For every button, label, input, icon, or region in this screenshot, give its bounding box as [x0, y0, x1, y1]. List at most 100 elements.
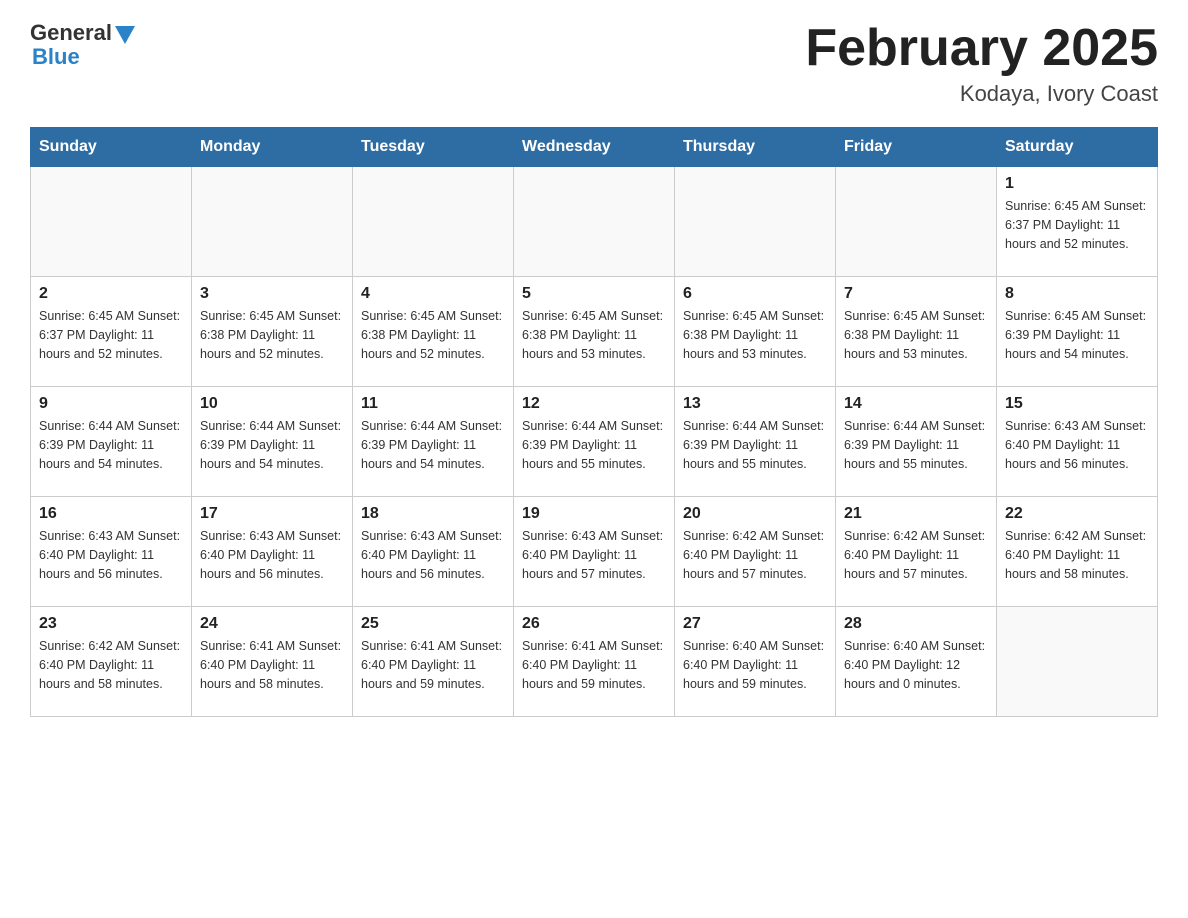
table-row: 5Sunrise: 6:45 AM Sunset: 6:38 PM Daylig…	[514, 277, 675, 387]
day-info: Sunrise: 6:41 AM Sunset: 6:40 PM Dayligh…	[361, 637, 505, 693]
day-number: 2	[39, 285, 183, 303]
table-row: 25 Sunrise: 6:41 AM Sunset: 6:40 PM Dayli…	[353, 607, 514, 717]
table-row	[192, 167, 353, 277]
day-info: Sunrise: 6:43 AM Sunset: 6:40 PM Dayligh…	[39, 527, 183, 583]
table-row: 12Sunrise: 6:44 AM Sunset: 6:39 PM Dayli…	[514, 387, 675, 497]
day-info: Sunrise: 6:44 AM Sunset: 6:39 PM Dayligh…	[683, 417, 827, 473]
header-friday: Friday	[836, 128, 997, 167]
logo-blue-text: Blue	[30, 44, 80, 70]
day-info: Sunrise: 6:42 AM Sunset: 6:40 PM Dayligh…	[683, 527, 827, 583]
day-info: Sunrise: 6:40 AM Sunset: 6:40 PM Dayligh…	[844, 637, 988, 693]
day-info: Sunrise: 6:42 AM Sunset: 6:40 PM Dayligh…	[39, 637, 183, 693]
table-row: 17 Sunrise: 6:43 AM Sunset: 6:40 PM Dayli…	[192, 497, 353, 607]
day-number: 13	[683, 395, 827, 413]
table-row: 8 Sunrise: 6:45 AM Sunset: 6:39 PM Daylig…	[997, 277, 1158, 387]
day-info: Sunrise: 6:43 AM Sunset: 6:40 PM Dayligh…	[361, 527, 505, 583]
table-row: 27 Sunrise: 6:40 AM Sunset: 6:40 PM Dayli…	[675, 607, 836, 717]
calendar-week-row: 16 Sunrise: 6:43 AM Sunset: 6:40 PM Dayli…	[31, 497, 1158, 607]
day-number: 26	[522, 615, 666, 633]
calendar-week-row: 9 Sunrise: 6:44 AM Sunset: 6:39 PM Daylig…	[31, 387, 1158, 497]
day-info: Sunrise: 6:45 AM Sunset: 6:37 PM Dayligh…	[39, 307, 183, 363]
day-number: 8	[1005, 285, 1149, 303]
day-info: Sunrise: 6:42 AM Sunset: 6:40 PM Dayligh…	[844, 527, 988, 583]
table-row: 9 Sunrise: 6:44 AM Sunset: 6:39 PM Daylig…	[31, 387, 192, 497]
day-number: 9	[39, 395, 183, 413]
header-saturday: Saturday	[997, 128, 1158, 167]
table-row: 2 Sunrise: 6:45 AM Sunset: 6:37 PM Daylig…	[31, 277, 192, 387]
day-info: Sunrise: 6:45 AM Sunset: 6:38 PM Dayligh…	[683, 307, 827, 363]
table-row: 6 Sunrise: 6:45 AM Sunset: 6:38 PM Daylig…	[675, 277, 836, 387]
location-subtitle: Kodaya, Ivory Coast	[805, 81, 1158, 107]
day-info: Sunrise: 6:41 AM Sunset: 6:40 PM Dayligh…	[522, 637, 666, 693]
day-number: 7	[844, 285, 988, 303]
calendar-week-row: 2 Sunrise: 6:45 AM Sunset: 6:37 PM Daylig…	[31, 277, 1158, 387]
calendar-week-row: 1 Sunrise: 6:45 AM Sunset: 6:37 PM Daylig…	[31, 167, 1158, 277]
day-info: Sunrise: 6:45 AM Sunset: 6:38 PM Dayligh…	[361, 307, 505, 363]
table-row: 15Sunrise: 6:43 AM Sunset: 6:40 PM Dayli…	[997, 387, 1158, 497]
header: General Blue February 2025 Kodaya, Ivory…	[30, 20, 1158, 107]
table-row: 20Sunrise: 6:42 AM Sunset: 6:40 PM Dayli…	[675, 497, 836, 607]
day-number: 6	[683, 285, 827, 303]
day-info: Sunrise: 6:43 AM Sunset: 6:40 PM Dayligh…	[200, 527, 344, 583]
table-row: 26 Sunrise: 6:41 AM Sunset: 6:40 PM Dayli…	[514, 607, 675, 717]
table-row	[353, 167, 514, 277]
table-row: 19 Sunrise: 6:43 AM Sunset: 6:40 PM Dayli…	[514, 497, 675, 607]
day-number: 18	[361, 505, 505, 523]
table-row: 24 Sunrise: 6:41 AM Sunset: 6:40 PM Dayli…	[192, 607, 353, 717]
table-row: 18 Sunrise: 6:43 AM Sunset: 6:40 PM Dayli…	[353, 497, 514, 607]
day-number: 19	[522, 505, 666, 523]
day-number: 21	[844, 505, 988, 523]
table-row: 13 Sunrise: 6:44 AM Sunset: 6:39 PM Dayli…	[675, 387, 836, 497]
day-number: 4	[361, 285, 505, 303]
day-info: Sunrise: 6:44 AM Sunset: 6:39 PM Dayligh…	[522, 417, 666, 473]
header-sunday: Sunday	[31, 128, 192, 167]
day-info: Sunrise: 6:45 AM Sunset: 6:38 PM Dayligh…	[200, 307, 344, 363]
day-number: 27	[683, 615, 827, 633]
day-number: 25	[361, 615, 505, 633]
table-row	[514, 167, 675, 277]
table-row: 10 Sunrise: 6:44 AM Sunset: 6:39 PM Dayli…	[192, 387, 353, 497]
logo-general-text: General	[30, 20, 112, 46]
table-row: 1 Sunrise: 6:45 AM Sunset: 6:37 PM Daylig…	[997, 167, 1158, 277]
day-info: Sunrise: 6:44 AM Sunset: 6:39 PM Dayligh…	[200, 417, 344, 473]
day-number: 16	[39, 505, 183, 523]
header-thursday: Thursday	[675, 128, 836, 167]
table-row: 21 Sunrise: 6:42 AM Sunset: 6:40 PM Dayli…	[836, 497, 997, 607]
day-number: 22	[1005, 505, 1149, 523]
day-info: Sunrise: 6:42 AM Sunset: 6:40 PM Dayligh…	[1005, 527, 1149, 583]
day-number: 10	[200, 395, 344, 413]
table-row: 3Sunrise: 6:45 AM Sunset: 6:38 PM Daylig…	[192, 277, 353, 387]
day-info: Sunrise: 6:41 AM Sunset: 6:40 PM Dayligh…	[200, 637, 344, 693]
table-row	[675, 167, 836, 277]
day-info: Sunrise: 6:45 AM Sunset: 6:39 PM Dayligh…	[1005, 307, 1149, 363]
table-row	[836, 167, 997, 277]
calendar-week-row: 23 Sunrise: 6:42 AM Sunset: 6:40 PM Dayli…	[31, 607, 1158, 717]
calendar-table: Sunday Monday Tuesday Wednesday Thursday…	[30, 127, 1158, 717]
table-row	[31, 167, 192, 277]
title-area: February 2025 Kodaya, Ivory Coast	[805, 20, 1158, 107]
day-info: Sunrise: 6:45 AM Sunset: 6:38 PM Dayligh…	[844, 307, 988, 363]
day-info: Sunrise: 6:40 AM Sunset: 6:40 PM Dayligh…	[683, 637, 827, 693]
day-number: 5	[522, 285, 666, 303]
day-info: Sunrise: 6:43 AM Sunset: 6:40 PM Dayligh…	[1005, 417, 1149, 473]
logo: General Blue	[30, 20, 135, 70]
day-number: 23	[39, 615, 183, 633]
month-year-title: February 2025	[805, 20, 1158, 77]
day-info: Sunrise: 6:44 AM Sunset: 6:39 PM Dayligh…	[844, 417, 988, 473]
table-row: 16 Sunrise: 6:43 AM Sunset: 6:40 PM Dayli…	[31, 497, 192, 607]
day-number: 24	[200, 615, 344, 633]
day-number: 1	[1005, 175, 1149, 193]
table-row: 11 Sunrise: 6:44 AM Sunset: 6:39 PM Dayli…	[353, 387, 514, 497]
day-info: Sunrise: 6:43 AM Sunset: 6:40 PM Dayligh…	[522, 527, 666, 583]
table-row: 7 Sunrise: 6:45 AM Sunset: 6:38 PM Daylig…	[836, 277, 997, 387]
day-number: 17	[200, 505, 344, 523]
day-number: 14	[844, 395, 988, 413]
day-info: Sunrise: 6:45 AM Sunset: 6:37 PM Dayligh…	[1005, 197, 1149, 253]
day-number: 11	[361, 395, 505, 413]
logo-triangle-icon	[115, 26, 135, 44]
header-tuesday: Tuesday	[353, 128, 514, 167]
day-info: Sunrise: 6:44 AM Sunset: 6:39 PM Dayligh…	[361, 417, 505, 473]
calendar-header-row: Sunday Monday Tuesday Wednesday Thursday…	[31, 128, 1158, 167]
day-info: Sunrise: 6:44 AM Sunset: 6:39 PM Dayligh…	[39, 417, 183, 473]
header-wednesday: Wednesday	[514, 128, 675, 167]
